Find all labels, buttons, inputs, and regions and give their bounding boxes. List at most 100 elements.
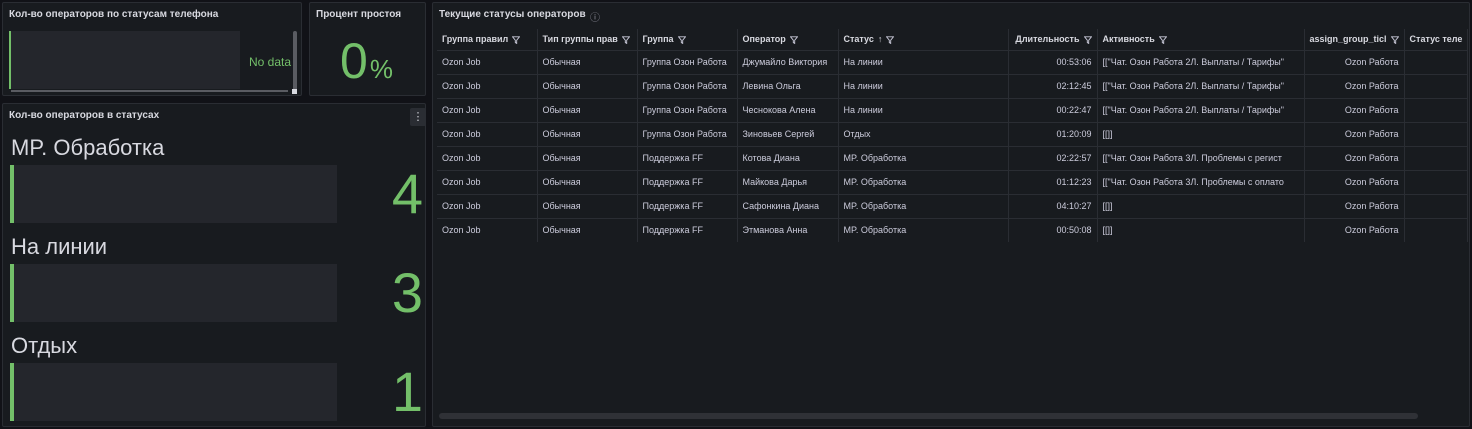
column-header-phone-status[interactable]: Статус теле xyxy=(1404,29,1469,50)
column-header-group[interactable]: Группа xyxy=(637,29,738,50)
table-row[interactable]: Ozon Job Обычная Группа Озон Работа Джумайл… xyxy=(437,49,1469,74)
status-bar xyxy=(10,363,337,421)
cell-rule-group: Ozon Job xyxy=(437,169,538,194)
cell-status: MP. Обработка xyxy=(838,217,1009,242)
cell-duration: 02:22:57 xyxy=(1008,145,1098,170)
status-count: 1 xyxy=(391,360,423,423)
cell-status: MP. Обработка xyxy=(838,145,1009,170)
table-row[interactable]: Ozon Job Обычная Поддержка FF Майкова Дарья… xyxy=(437,169,1469,194)
status-label: MP. Обработка xyxy=(11,135,165,160)
column-header-label: Оператор xyxy=(742,34,786,45)
cell-assign-group: Ozon Работа xyxy=(1304,49,1405,74)
cell-rule-group: Ozon Job xyxy=(437,121,538,146)
column-header-activity[interactable]: Активность xyxy=(1097,29,1305,50)
column-header-assign-group[interactable]: assign_group_ticl xyxy=(1304,29,1405,50)
info-icon[interactable]: ⓘ xyxy=(590,9,600,24)
cell-group-type: Обычная xyxy=(537,193,638,218)
vertical-scrollbar[interactable] xyxy=(293,31,297,91)
cell-activity: [["Чат. Озон Работа 2Л. Выплаты / Тарифы… xyxy=(1097,49,1305,74)
cell-status: MP. Обработка xyxy=(838,193,1009,218)
cell-group: Поддержка FF xyxy=(637,145,738,170)
cell-group-type: Обычная xyxy=(537,49,638,74)
status-row: MP. Обработка 4 xyxy=(3,135,425,235)
filter-icon[interactable] xyxy=(512,36,521,44)
column-header-group-type[interactable]: Тип группы прав xyxy=(537,29,638,50)
column-header-duration[interactable]: Длительность xyxy=(1008,29,1098,50)
cell-phone-status xyxy=(1404,49,1469,74)
cell-operator: Джумайло Виктория xyxy=(737,49,839,74)
cell-activity: [[]] xyxy=(1097,217,1305,242)
cell-group: Поддержка FF xyxy=(637,217,738,242)
cell-phone-status xyxy=(1404,145,1469,170)
operator-status-table-panel: Текущие статусы операторов ⓘ Группа прав… xyxy=(432,2,1470,427)
filter-icon[interactable] xyxy=(789,36,798,44)
cell-operator: Майкова Дарья xyxy=(737,169,839,194)
cell-phone-status xyxy=(1404,193,1469,218)
cell-duration: 01:20:09 xyxy=(1008,121,1098,146)
cell-duration: 04:10:27 xyxy=(1008,193,1098,218)
cell-group: Поддержка FF xyxy=(637,169,738,194)
cell-activity: [["Чат. Озон Работа 3Л. Проблемы с оплат… xyxy=(1097,169,1305,194)
table-row[interactable]: Ozon Job Обычная Поддержка FF Сафонкина Диа… xyxy=(437,193,1469,218)
filter-icon[interactable] xyxy=(1158,36,1167,44)
resize-handle[interactable] xyxy=(292,89,297,94)
cell-group-type: Обычная xyxy=(537,73,638,98)
table-row[interactable]: Ozon Job Обычная Поддержка FF Этманова Анна… xyxy=(437,217,1469,242)
cell-assign-group: Ozon Работа xyxy=(1304,73,1405,98)
cell-assign-group: Ozon Работа xyxy=(1304,121,1405,146)
table-header-row: Группа правил Тип группы прав Группа Опе… xyxy=(437,29,1469,50)
status-bar xyxy=(10,165,337,223)
column-header-label: Активность xyxy=(1102,34,1155,45)
cell-phone-status xyxy=(1404,73,1469,98)
status-count: 3 xyxy=(391,261,423,324)
column-header-status[interactable]: Статус ↑ xyxy=(838,29,1009,50)
cell-rule-group: Ozon Job xyxy=(437,97,538,122)
panel-title: Кол-во операторов в статусах xyxy=(9,110,160,121)
sort-ascending-icon[interactable]: ↑ xyxy=(878,34,883,44)
cell-activity: [["Чат. Озон Работа 3Л. Проблемы с регис… xyxy=(1097,145,1305,170)
cell-operator: Котова Диана xyxy=(737,145,839,170)
column-header-label: Статус xyxy=(843,34,874,45)
cell-rule-group: Ozon Job xyxy=(437,73,538,98)
table-row[interactable]: Ozon Job Обычная Группа Озон Работа Зиновье… xyxy=(437,121,1469,146)
column-header-rule-group[interactable]: Группа правил xyxy=(437,29,538,50)
cell-group-type: Обычная xyxy=(537,121,638,146)
filter-icon[interactable] xyxy=(1083,36,1092,44)
table-row[interactable]: Ozon Job Обычная Группа Озон Работа Левина … xyxy=(437,73,1469,98)
cell-rule-group: Ozon Job xyxy=(437,217,538,242)
filter-icon[interactable] xyxy=(886,36,895,44)
cell-duration: 01:12:23 xyxy=(1008,169,1098,194)
cell-group: Группа Озон Работа xyxy=(637,49,738,74)
table-row[interactable]: Ozon Job Обычная Поддержка FF Котова Диана M… xyxy=(437,145,1469,170)
cell-activity: [["Чат. Озон Работа 2Л. Выплаты / Тарифы… xyxy=(1097,73,1305,98)
cell-group-type: Обычная xyxy=(537,145,638,170)
operators-by-status-panel: Кол-во операторов в статусах ⋮ MP. Обраб… xyxy=(2,103,426,427)
cell-phone-status xyxy=(1404,97,1469,122)
horizontal-scrollbar[interactable] xyxy=(439,413,1418,419)
column-header-label: Длительность xyxy=(1015,34,1080,45)
cell-status: На линии xyxy=(838,97,1009,122)
table-body: Ozon Job Обычная Группа Озон Работа Джумайл… xyxy=(437,49,1469,242)
column-header-operator[interactable]: Оператор xyxy=(737,29,839,50)
no-data-text: No data xyxy=(249,55,292,69)
status-label: Отдых xyxy=(11,333,78,358)
cell-group: Группа Озон Работа xyxy=(637,121,738,146)
column-header-label: Тип группы прав xyxy=(542,34,618,45)
column-header-label: Группа правил xyxy=(442,34,509,45)
cell-group-type: Обычная xyxy=(537,217,638,242)
horizontal-scrollbar[interactable] xyxy=(11,90,288,92)
filter-icon[interactable] xyxy=(677,36,686,44)
status-label: На линии xyxy=(11,234,108,259)
cell-assign-group: Ozon Работа xyxy=(1304,217,1405,242)
cell-status: На линии xyxy=(838,73,1009,98)
table-row[interactable]: Ozon Job Обычная Группа Озон Работа Чесноко… xyxy=(437,97,1469,122)
status-row: Отдых 1 xyxy=(3,333,425,426)
kebab-icon[interactable]: ⋮ xyxy=(410,108,425,126)
filter-icon[interactable] xyxy=(1390,36,1399,44)
cell-operator: Зиновьев Сергей xyxy=(737,121,839,146)
filter-icon[interactable] xyxy=(621,36,630,44)
cell-duration: 00:50:08 xyxy=(1008,217,1098,242)
operators-table: Группа правил Тип группы прав Группа Опе… xyxy=(437,29,1469,242)
cell-group-type: Обычная xyxy=(537,97,638,122)
cell-assign-group: Ozon Работа xyxy=(1304,97,1405,122)
